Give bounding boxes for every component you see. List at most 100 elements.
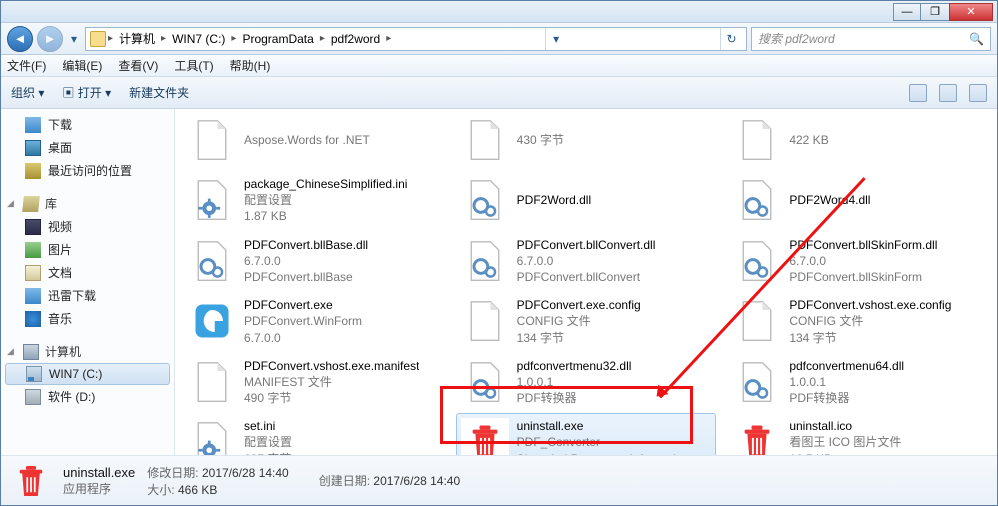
menu-help[interactable]: 帮助(H) (230, 57, 271, 74)
sidebar-item-documents[interactable]: 文档 (1, 261, 174, 284)
menu-edit[interactable]: 编辑(E) (62, 57, 102, 74)
sidebar-item-thunder[interactable]: 迅雷下载 (1, 284, 174, 307)
menu-tools[interactable]: 工具(T) (174, 57, 213, 74)
file-item[interactable]: PDF2Word.dll (456, 171, 717, 230)
details-size-label: 大小: (147, 483, 174, 497)
sidebar-item-music[interactable]: 音乐 (1, 307, 174, 330)
sidebar-item-drive-c[interactable]: WIN7 (C:) (5, 363, 170, 385)
address-bar[interactable]: ▸ 计算机 ▸ WIN7 (C:) ▸ ProgramData ▸ pdf2wo… (85, 27, 747, 51)
file-name: uninstall.ico (789, 418, 901, 434)
file-item[interactable]: pdfconvertmenu32.dll1.0.0.1PDF转换器 (456, 353, 717, 412)
minimize-button[interactable]: — (893, 3, 921, 21)
organize-button[interactable]: 组织 ▾ (11, 84, 44, 101)
forward-button[interactable]: ► (37, 26, 63, 52)
file-detail: 490 字节 (244, 390, 419, 406)
sidebar-computer-header[interactable]: ◢计算机 (1, 340, 174, 363)
search-input[interactable]: 搜索 pdf2word 🔍 (751, 27, 991, 51)
file-name: PDFConvert.bllBase.dll (244, 237, 368, 253)
file-item[interactable]: 430 字节 (456, 111, 717, 169)
file-item[interactable]: uninstall.ico看图王 ICO 图片文件16.5 KB (728, 413, 989, 455)
file-name: PDFConvert.vshost.exe.manifest (244, 358, 419, 374)
breadcrumb[interactable]: 计算机 (115, 30, 159, 47)
details-pane: uninstall.exe 应用程序 修改日期: 2017/6/28 14:40… (1, 455, 997, 505)
file-icon (461, 237, 509, 285)
file-detail: PDFConvert.WinForm (244, 313, 362, 329)
file-name: PDFConvert.bllConvert.dll (517, 237, 656, 253)
file-item[interactable]: pdfconvertmenu64.dll1.0.0.1PDF转换器 (728, 353, 989, 412)
file-detail: Shanghai Prosooner Informati... (517, 451, 686, 455)
file-item[interactable]: PDFConvert.bllSkinForm.dll6.7.0.0PDFConv… (728, 232, 989, 291)
details-created-value: 2017/6/28 14:40 (373, 474, 460, 488)
help-button[interactable] (969, 84, 987, 102)
chevron-right-icon: ▸ (320, 33, 325, 44)
sidebar-libraries-header[interactable]: ◢库 (1, 192, 174, 215)
breadcrumb[interactable]: WIN7 (C:) (168, 32, 229, 46)
file-icon (461, 418, 509, 455)
back-button[interactable]: ◄ (7, 26, 33, 52)
open-button[interactable]: ▣ 打开 ▾ (62, 84, 111, 101)
download-icon (25, 117, 41, 133)
file-icon (188, 418, 236, 455)
file-detail: MANIFEST 文件 (244, 374, 419, 390)
music-icon (25, 311, 41, 327)
file-item[interactable]: PDFConvert.bllConvert.dll6.7.0.0PDFConve… (456, 232, 717, 291)
file-detail: 134 字节 (517, 330, 641, 346)
file-icon (188, 358, 236, 406)
file-item[interactable]: uninstall.exePDF_ConverterShanghai Proso… (456, 413, 717, 455)
file-item[interactable]: set.ini配置设置637 字节 (183, 413, 444, 455)
sidebar-item-videos[interactable]: 视频 (1, 215, 174, 238)
sidebar-item-pictures[interactable]: 图片 (1, 238, 174, 261)
file-icon (461, 116, 509, 164)
file-item[interactable]: PDF2Word4.dll (728, 171, 989, 230)
refresh-button[interactable]: ↻ (720, 28, 742, 50)
file-name: PDFConvert.exe.config (517, 297, 641, 313)
chevron-right-icon: ▸ (108, 33, 113, 44)
menu-bar: 文件(F) 编辑(E) 查看(V) 工具(T) 帮助(H) (1, 55, 997, 77)
chevron-right-icon: ▸ (386, 33, 391, 44)
file-detail: 16.5 KB (789, 451, 901, 455)
file-item[interactable]: PDFConvert.exe.configCONFIG 文件134 字节 (456, 292, 717, 351)
file-item[interactable]: 422 KB (728, 111, 989, 169)
details-modified-value: 2017/6/28 14:40 (202, 466, 289, 480)
breadcrumb[interactable]: pdf2word (327, 32, 384, 46)
file-detail: PDFConvert.bllBase (244, 269, 368, 285)
history-dropdown[interactable]: ▾ (67, 32, 81, 46)
file-icon (188, 237, 236, 285)
file-icon (733, 116, 781, 164)
file-detail: 1.0.0.1 (517, 374, 632, 390)
new-folder-button[interactable]: 新建文件夹 (129, 84, 189, 101)
file-item[interactable]: Aspose.Words for .NET (183, 111, 444, 169)
document-icon (25, 265, 41, 281)
file-list[interactable]: Aspose.Words for .NET430 字节422 KB package… (175, 109, 997, 455)
file-icon (733, 237, 781, 285)
chevron-right-icon: ▸ (231, 33, 236, 44)
sidebar-item-desktop[interactable]: 桌面 (1, 136, 174, 159)
sidebar-item-recent[interactable]: 最近访问的位置 (1, 159, 174, 182)
file-name: PDFConvert.exe (244, 297, 362, 313)
menu-file[interactable]: 文件(F) (7, 57, 46, 74)
file-name: set.ini (244, 418, 292, 434)
toolbar: 组织 ▾ ▣ 打开 ▾ 新建文件夹 (1, 77, 997, 109)
file-name: pdfconvertmenu32.dll (517, 358, 632, 374)
file-item[interactable]: PDFConvert.exePDFConvert.WinForm6.7.0.0 (183, 292, 444, 351)
sidebar-item-downloads[interactable]: 下载 (1, 113, 174, 136)
details-type: 应用程序 (63, 480, 135, 497)
maximize-button[interactable]: ❐ (921, 3, 949, 21)
menu-view[interactable]: 查看(V) (118, 57, 158, 74)
preview-pane-button[interactable] (939, 84, 957, 102)
view-options-button[interactable] (909, 84, 927, 102)
file-item[interactable]: PDFConvert.vshost.exe.configCONFIG 文件134… (728, 292, 989, 351)
file-detail: PDFConvert.bllConvert (517, 269, 656, 285)
file-item[interactable]: PDFConvert.vshost.exe.manifestMANIFEST 文… (183, 353, 444, 412)
file-item[interactable]: PDFConvert.bllBase.dll6.7.0.0PDFConvert.… (183, 232, 444, 291)
addr-dropdown[interactable]: ▾ (545, 28, 567, 50)
file-icon (461, 297, 509, 345)
file-item[interactable]: package_ChineseSimplified.ini配置设置1.87 KB (183, 171, 444, 230)
close-button[interactable]: ✕ (949, 3, 993, 21)
file-detail: 6.7.0.0 (244, 253, 368, 269)
file-icon (733, 418, 781, 455)
file-icon (188, 297, 236, 345)
breadcrumb[interactable]: ProgramData (238, 32, 317, 46)
sidebar-item-drive-d[interactable]: 软件 (D:) (1, 385, 174, 408)
chevron-down-icon: ◢ (7, 198, 17, 209)
